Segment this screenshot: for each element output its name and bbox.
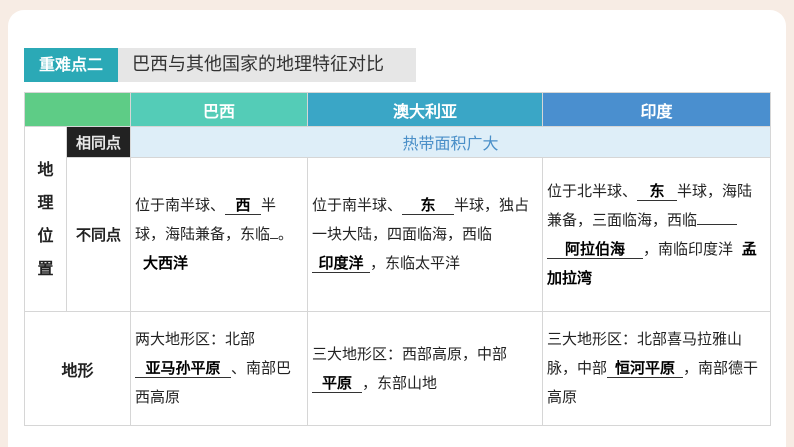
answer-text: 东 xyxy=(649,181,665,200)
brazil-terrain-cell: 两大地形区：北部亚马孙平原 、南部巴西高原 xyxy=(130,311,308,426)
location-row-label: 地 理 位 置 xyxy=(24,126,67,312)
same-points-text: 热带面积广大 xyxy=(130,126,771,158)
answer-text: 阿拉伯海 xyxy=(564,239,625,258)
comparison-table: 巴西 澳大利亚 印度 地 理 位 置 相同点 热带面积广大 不同点 位于南半球、… xyxy=(24,92,771,426)
col-header-australia: 澳大利亚 xyxy=(307,92,543,127)
australia-terrain-cell: 三大地形区：西部高原，中部平原 ，东部山地 xyxy=(307,311,543,426)
section-tag: 重难点二 xyxy=(24,48,130,82)
answer-text: 大西洋 xyxy=(143,254,189,272)
answer-blank: 东 xyxy=(637,181,678,201)
answer-blank: 亚马孙平原 xyxy=(135,359,231,378)
answer-blank: 恒河平原 xyxy=(607,359,684,378)
text-segment: 位于北半球、 xyxy=(547,181,638,200)
answer-blank: 平原 xyxy=(312,374,362,393)
india-location-cell: 位于北半球、东半球，海陆兼备，三面临海，西临阿拉伯海 ，南临印度洋 孟加拉湾 xyxy=(542,157,771,312)
text-segment: ，南临印度洋 xyxy=(643,239,734,258)
india-terrain-cell: 三大地形区：北部喜马拉雅山脉，中部 恒河平原 ，南部德干高原 xyxy=(542,311,771,426)
answer-text: 平原 xyxy=(321,373,352,392)
text-segment: 。 xyxy=(278,225,294,243)
terrain-row-label: 地形 xyxy=(24,311,131,426)
diff-points-label: 不同点 xyxy=(66,157,131,312)
location-label-char: 置 xyxy=(37,259,54,278)
australia-location-cell: 位于南半球、东半球，独占一块大陆，四面临海，西临印度洋 ，东临太平洋 xyxy=(307,157,543,312)
text-segment: 位于南半球、 xyxy=(312,196,403,214)
text-segment: 两大地形区：北部 xyxy=(135,330,256,348)
location-label-char: 理 xyxy=(37,193,54,212)
location-label-char: 地 xyxy=(37,160,54,179)
diff-row: 不同点 位于南半球、西半球，海陆兼备，东临。 大西洋 位于南半球、东半球，独占一… xyxy=(25,157,771,312)
answer-text: 亚马孙平原 xyxy=(145,359,221,377)
answer-text: 恒河平原 xyxy=(615,359,676,377)
text-segment: 三大地形区：西部高原，中部 xyxy=(312,344,508,363)
answer-text: 印度洋 xyxy=(318,254,364,272)
same-points-label: 相同点 xyxy=(66,126,131,158)
header-corner xyxy=(24,92,131,127)
answer-blank xyxy=(270,238,279,239)
text-segment: ，东临太平洋 xyxy=(370,254,461,272)
section-title: 巴西与其他国家的地理特征对比 xyxy=(118,48,416,82)
answer-blank xyxy=(697,223,738,225)
location-label-char: 位 xyxy=(37,226,54,245)
brazil-location-cell: 位于南半球、西半球，海陆兼备，东临。 大西洋 xyxy=(130,157,308,312)
answer-blank: 西 xyxy=(225,196,262,215)
table-header-row: 巴西 澳大利亚 印度 xyxy=(24,92,771,127)
text-segment: 位于南半球、 xyxy=(135,196,226,214)
answer-blank: 印度洋 xyxy=(312,254,370,273)
col-header-india: 印度 xyxy=(542,92,771,127)
answer-blank: 东 xyxy=(402,196,455,215)
answer-text: 东 xyxy=(420,196,436,214)
answer-blank: 阿拉伯海 xyxy=(547,240,643,259)
same-row: 地 理 位 置 相同点 热带面积广大 xyxy=(24,126,771,312)
answer-text: 西 xyxy=(235,196,251,214)
text-segment: ，东部山地 xyxy=(362,373,438,392)
terrain-row: 地形 两大地形区：北部亚马孙平原 、南部巴西高原 三大地形区：西部高原，中部平原，… xyxy=(24,311,771,426)
col-header-brazil: 巴西 xyxy=(130,92,308,127)
